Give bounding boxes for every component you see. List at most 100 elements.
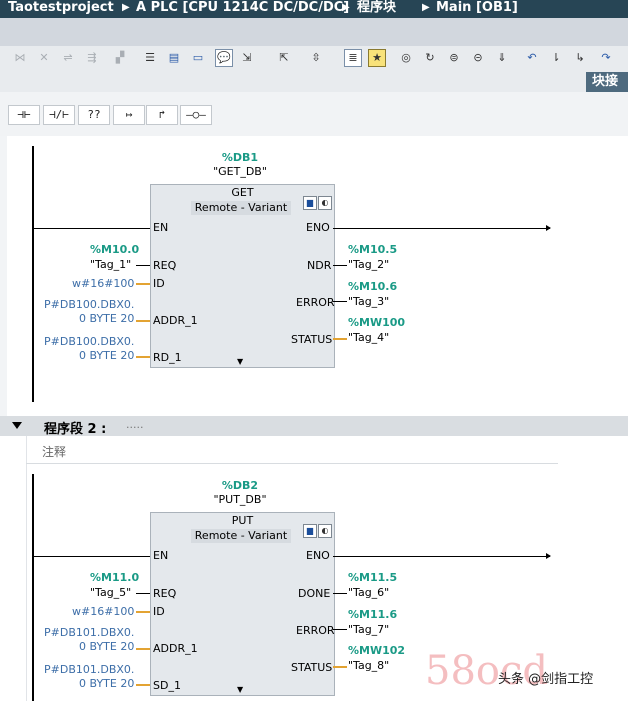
- insert-row-icon[interactable]: ⇌: [60, 50, 76, 66]
- pin-sd1: SD_1: [153, 679, 181, 692]
- error-address[interactable]: %M11.6: [348, 608, 397, 621]
- palette-nc-contact[interactable]: ⊣/⊢: [43, 105, 75, 125]
- palette-open-branch[interactable]: ↦: [113, 105, 145, 125]
- expand-box-icon[interactable]: ▼: [237, 357, 243, 366]
- instruction-palette: ⊣⊢ ⊣/⊢ ?? ↦ ↱ –○–: [0, 92, 628, 136]
- toggle-list-icon[interactable]: ☰: [142, 50, 158, 66]
- sd1-value-line1[interactable]: P#DB101.DBX0.: [44, 663, 134, 676]
- instance-db-name[interactable]: "PUT_DB": [190, 493, 290, 506]
- done-wire: [333, 593, 347, 594]
- ndr-address[interactable]: %M10.5: [348, 243, 397, 256]
- editor-panel-header: [0, 72, 628, 92]
- side-panel-label[interactable]: 块接: [586, 72, 628, 92]
- status-symbol[interactable]: "Tag_4": [348, 331, 389, 344]
- breadcrumb-separator-icon: ▶: [122, 2, 130, 13]
- branch-icon[interactable]: ▞: [112, 50, 128, 66]
- network-title-placeholder[interactable]: .....: [126, 418, 143, 431]
- status-symbol[interactable]: "Tag_8": [348, 659, 389, 672]
- network-comment[interactable]: 注释: [42, 443, 66, 460]
- pin-eno: ENO: [306, 221, 330, 234]
- network-2-margin: [0, 436, 26, 701]
- instance-db-address[interactable]: %DB1: [200, 151, 280, 164]
- monitor-icon[interactable]: ◎: [398, 50, 414, 66]
- req-address[interactable]: %M11.0: [90, 571, 139, 584]
- favorites-icon[interactable]: ⇳: [308, 50, 324, 66]
- addr1-value-line2[interactable]: 0 BYTE 20: [79, 640, 134, 653]
- palette-empty-box[interactable]: ??: [78, 105, 110, 125]
- comment-toggle-icon[interactable]: 💬: [215, 49, 233, 67]
- id-value[interactable]: w#16#100: [72, 277, 134, 290]
- instance-db-name[interactable]: "GET_DB": [190, 165, 290, 178]
- done-address[interactable]: %M11.5: [348, 571, 397, 584]
- add-row-icon[interactable]: ⇶: [84, 50, 100, 66]
- addr1-wire: [136, 648, 150, 650]
- go-forward-icon[interactable]: ↷: [598, 50, 614, 66]
- instruction-variant: Remote - Variant: [191, 201, 291, 215]
- palette-no-contact[interactable]: ⊣⊢: [8, 105, 40, 125]
- watermark-text: 头条 @剑指工控: [498, 672, 594, 687]
- req-address[interactable]: %M10.0: [90, 243, 139, 256]
- req-symbol[interactable]: "Tag_5": [90, 586, 131, 599]
- breadcrumb-block[interactable]: Main [OB1]: [436, 0, 518, 16]
- pin-id: ID: [153, 605, 165, 618]
- breadcrumb-plc[interactable]: A PLC [CPU 1214C DC/DC/DC]: [136, 0, 349, 16]
- error-symbol[interactable]: "Tag_7": [348, 623, 389, 636]
- power-rail: [32, 146, 34, 402]
- addr1-value-line2[interactable]: 0 BYTE 20: [79, 312, 134, 325]
- pin-id: ID: [153, 277, 165, 290]
- absolute-operand-icon[interactable]: ▭: [190, 50, 206, 66]
- diagnostics-icon[interactable]: ◐: [318, 196, 332, 210]
- rd1-value-line2[interactable]: 0 BYTE 20: [79, 349, 134, 362]
- connection-config-icon[interactable]: ▆: [303, 196, 317, 210]
- breadcrumb: Taotestproject ▶ A PLC [CPU 1214C DC/DC/…: [0, 0, 628, 18]
- ndr-wire: [333, 265, 347, 266]
- req-symbol[interactable]: "Tag_1": [90, 258, 131, 271]
- error-symbol[interactable]: "Tag_3": [348, 295, 389, 308]
- pin-ndr: NDR: [307, 259, 332, 272]
- status-address[interactable]: %MW100: [348, 316, 405, 329]
- download-icon[interactable]: ⇓: [494, 50, 510, 66]
- rd1-value-line1[interactable]: P#DB100.DBX0.: [44, 335, 134, 348]
- done-symbol[interactable]: "Tag_6": [348, 586, 389, 599]
- pin-req: REQ: [153, 259, 177, 272]
- palette-close-branch[interactable]: ↱: [146, 105, 178, 125]
- status-wire: [333, 338, 347, 340]
- status-address[interactable]: %MW102: [348, 644, 405, 657]
- ndr-symbol[interactable]: "Tag_2": [348, 258, 389, 271]
- breadcrumb-folder[interactable]: 程序块: [357, 0, 396, 16]
- id-value[interactable]: w#16#100: [72, 605, 134, 618]
- list-view-icon[interactable]: ≣: [344, 49, 362, 67]
- expand-box-icon[interactable]: ▼: [237, 685, 243, 694]
- instance-db-address[interactable]: %DB2: [200, 479, 280, 492]
- compare-icon[interactable]: ⊜: [446, 50, 462, 66]
- open-all-networks-icon[interactable]: ⇲: [239, 50, 255, 66]
- wire-end-icon: [546, 553, 551, 559]
- refresh-icon[interactable]: ↻: [422, 50, 438, 66]
- diagnostics-icon[interactable]: ◐: [318, 524, 332, 538]
- palette-coil[interactable]: –○–: [180, 105, 212, 125]
- breakpoint-icon[interactable]: ⊝: [470, 50, 486, 66]
- editor-header-strip: [0, 18, 628, 46]
- collapse-network-icon[interactable]: [12, 422, 22, 429]
- delete-network-icon[interactable]: ✕: [36, 50, 52, 66]
- en-wire: [33, 228, 150, 229]
- rd1-wire: [136, 356, 150, 358]
- yellow-highlight-icon[interactable]: ★: [368, 49, 386, 67]
- connection-config-icon[interactable]: ▆: [303, 524, 317, 538]
- step-over-icon[interactable]: ⇂: [548, 50, 564, 66]
- close-all-networks-icon[interactable]: ⇱: [276, 50, 292, 66]
- insert-network-icon[interactable]: ⋈: [12, 50, 28, 66]
- step-into-icon[interactable]: ↳: [572, 50, 588, 66]
- network-view-icon[interactable]: ▤: [166, 50, 182, 66]
- network-2-header[interactable]: 程序段 2 : .....: [0, 416, 628, 437]
- addr1-value-line1[interactable]: P#DB101.DBX0.: [44, 626, 134, 639]
- go-back-icon[interactable]: ↶: [524, 50, 540, 66]
- pin-error: ERROR: [296, 296, 335, 309]
- sd1-value-line2[interactable]: 0 BYTE 20: [79, 677, 134, 690]
- eno-wire: [333, 556, 550, 557]
- error-address[interactable]: %M10.6: [348, 280, 397, 293]
- breadcrumb-project[interactable]: Taotestproject: [8, 0, 114, 16]
- addr1-value-line1[interactable]: P#DB100.DBX0.: [44, 298, 134, 311]
- req-wire: [136, 593, 150, 594]
- pin-error: ERROR: [296, 624, 335, 637]
